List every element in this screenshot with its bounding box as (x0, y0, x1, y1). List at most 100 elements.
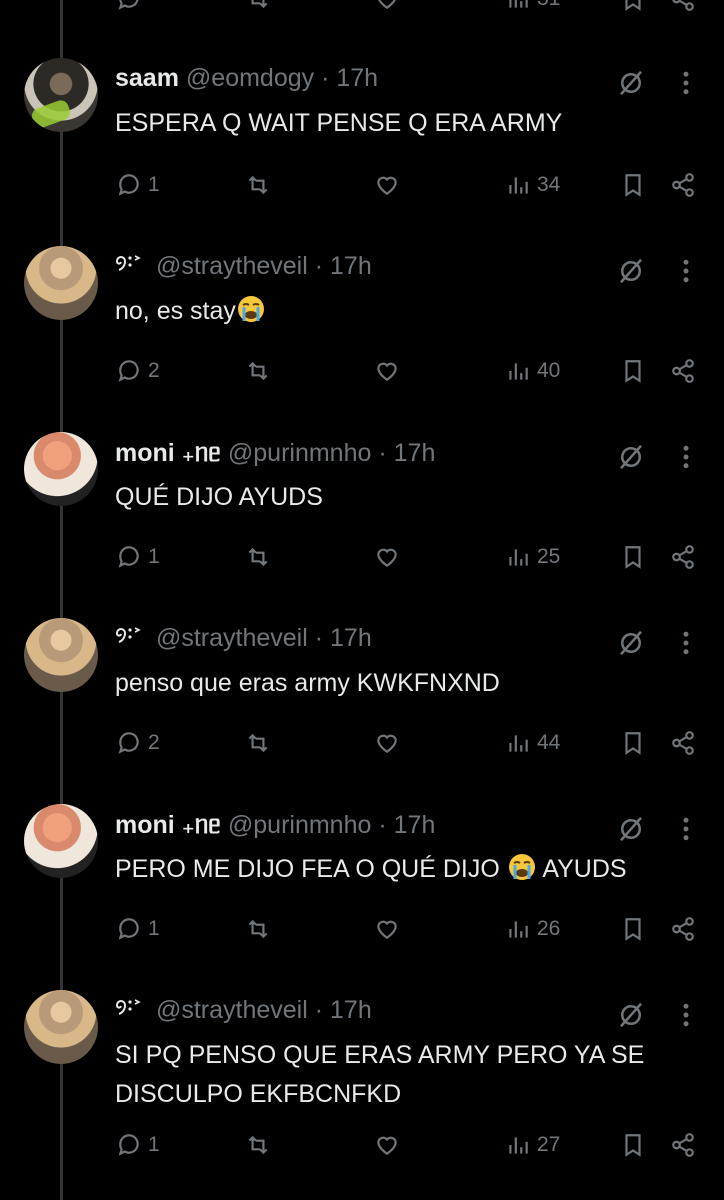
tweet[interactable]: moni ₊ᥒᥱ @purinmnho · 17h PERO ME DIJO F… (0, 804, 724, 964)
timestamp[interactable]: 17h (394, 439, 436, 467)
bookmark-button[interactable] (620, 916, 646, 942)
share-button[interactable] (670, 1132, 696, 1158)
like-icon (377, 362, 397, 381)
more-icon[interactable] (676, 442, 696, 472)
views-icon (509, 0, 528, 8)
reply-icon (118, 360, 139, 382)
like-button[interactable] (374, 1132, 400, 1158)
views-button[interactable]: 31 (505, 0, 560, 12)
grok-icon[interactable] (616, 442, 646, 472)
reply-button[interactable]: 1 (116, 916, 160, 942)
views-button[interactable]: 34 (505, 172, 560, 198)
retweet-button[interactable] (245, 730, 271, 756)
bookmark-button[interactable] (620, 0, 646, 12)
retweet-icon (248, 547, 268, 567)
bookmark-button[interactable] (620, 172, 646, 198)
bookmark-button[interactable] (620, 544, 646, 570)
timestamp[interactable]: 17h (330, 624, 372, 652)
tweet-actions: 1 25 (0, 544, 724, 574)
like-button[interactable] (374, 0, 400, 12)
bookmark-button[interactable] (620, 358, 646, 384)
avatar[interactable] (24, 246, 98, 320)
timestamp[interactable]: 17h (330, 996, 372, 1024)
reply-button[interactable]: 1 (116, 172, 160, 198)
tweet[interactable]: moni ₊ᥒᥱ @purinmnho · 17h QUÉ DIJO AYUDS… (0, 432, 724, 592)
grok-icon[interactable] (616, 1000, 646, 1030)
views-count: 27 (537, 1133, 561, 1156)
reply-icon (118, 174, 139, 196)
tweet[interactable]: @straytheveil · 17h SI PQ PENSO QUE ERAS… (0, 990, 724, 1190)
like-button[interactable] (374, 730, 400, 756)
views-button[interactable]: 26 (505, 916, 560, 942)
retweet-button[interactable] (245, 358, 271, 384)
views-button[interactable]: 40 (505, 358, 560, 384)
timestamp[interactable]: 17h (330, 252, 372, 280)
like-button[interactable] (374, 916, 400, 942)
more-icon[interactable] (676, 628, 696, 658)
timestamp[interactable]: 17h (336, 64, 378, 92)
like-icon (377, 1136, 397, 1155)
views-button[interactable]: 27 (505, 1132, 560, 1158)
tweet[interactable]: @straytheveil · 17h penso que eras army … (0, 618, 724, 778)
handle[interactable]: @purinmnho (228, 439, 372, 467)
separator-dot: · (378, 811, 387, 839)
share-icon (672, 0, 694, 11)
retweet-button[interactable] (245, 544, 271, 570)
tweet[interactable]: saam @eomdogy · 17h ESPERA Q WAIT PENSE … (0, 58, 724, 218)
avatar[interactable] (24, 990, 98, 1064)
handle[interactable]: @straytheveil (156, 252, 308, 280)
retweet-button[interactable] (245, 0, 271, 12)
bookmark-button[interactable] (620, 730, 646, 756)
reply-button[interactable]: 2 (116, 730, 160, 756)
more-icon[interactable] (676, 256, 696, 286)
timestamp[interactable]: 17h (394, 811, 436, 839)
avatar[interactable] (24, 618, 98, 692)
handle[interactable]: @purinmnho (228, 811, 372, 839)
retweet-button[interactable] (245, 1132, 271, 1158)
tweet[interactable]: @straytheveil · 17h no, es stay 2 40 (0, 246, 724, 406)
avatar[interactable] (24, 58, 98, 132)
bookmark-icon (625, 732, 641, 755)
share-button[interactable] (670, 544, 696, 570)
share-button[interactable] (670, 916, 696, 942)
retweet-button[interactable] (245, 916, 271, 942)
retweet-icon (251, 0, 268, 9)
tweet-header: moni ₊ᥒᥱ @purinmnho · 17h (115, 438, 435, 468)
display-name[interactable]: saam (115, 64, 179, 92)
reply-button[interactable]: 2 (116, 358, 160, 384)
bass-clef-icon (115, 255, 141, 271)
display-name[interactable]: moni ₊ᥒᥱ (115, 811, 221, 839)
like-button[interactable] (374, 172, 400, 198)
bookmark-button[interactable] (620, 1132, 646, 1158)
avatar[interactable] (24, 432, 98, 506)
handle[interactable]: @straytheveil (156, 996, 308, 1024)
grok-icon[interactable] (616, 256, 646, 286)
grok-icon[interactable] (616, 628, 646, 658)
views-button[interactable]: 25 (505, 544, 560, 570)
views-button[interactable]: 44 (505, 730, 560, 756)
handle[interactable]: @straytheveil (156, 624, 308, 652)
reply-count: 1 (148, 545, 160, 568)
reply-button[interactable] (116, 0, 142, 12)
handle[interactable]: @eomdogy (186, 64, 314, 92)
retweet-button[interactable] (245, 172, 271, 198)
reply-button[interactable]: 1 (116, 544, 160, 570)
more-icon[interactable] (676, 814, 696, 844)
separator-dot: · (378, 439, 387, 467)
grok-icon[interactable] (616, 814, 646, 844)
like-button[interactable] (374, 358, 400, 384)
share-button[interactable] (670, 0, 696, 12)
display-name[interactable]: moni ₊ᥒᥱ (115, 439, 221, 467)
share-button[interactable] (670, 358, 696, 384)
tweet-header: saam @eomdogy · 17h (115, 64, 378, 93)
like-button[interactable] (374, 544, 400, 570)
more-icon[interactable] (676, 1000, 696, 1030)
grok-icon[interactable] (616, 68, 646, 98)
tweet-text: PERO ME DIJO FEA O QUÉ DIJO AYUDS (115, 850, 695, 889)
share-button[interactable] (670, 172, 696, 198)
avatar[interactable] (24, 804, 98, 878)
more-icon[interactable] (676, 68, 696, 98)
reply-button[interactable]: 1 (116, 1132, 160, 1158)
tweet-text-line: DISCULPO EKFBCNFKD (115, 1080, 402, 1108)
share-button[interactable] (670, 730, 696, 756)
